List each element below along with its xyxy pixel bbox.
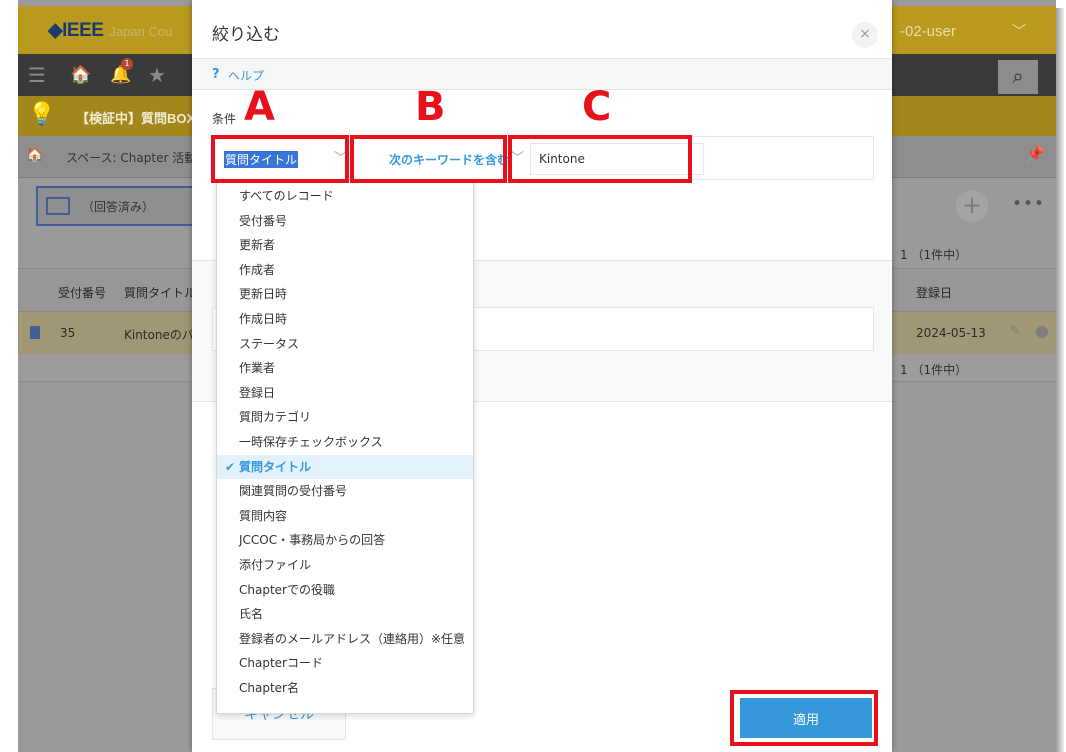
dropdown-option-label: 受付番号 [239,213,288,228]
dropdown-option[interactable]: ステータス [217,332,473,357]
cell-title: Kintoneのパ [124,328,194,342]
dropdown-option-label: 作成日時 [239,312,288,326]
dropdown-option[interactable]: 受付番号 [217,209,473,234]
ieee-logo[interactable]: ◆IEEE Japan Cou [48,19,172,42]
check-icon: ✔ [225,459,236,474]
dropdown-option[interactable]: 作成者 [217,258,473,283]
pin-icon[interactable]: 📌 [1026,145,1045,163]
dropdown-option-label: 質問カテゴリ [239,410,312,425]
dropdown-option-label: 添付ファイル [239,558,312,572]
dropdown-option[interactable]: 氏名 [217,602,473,627]
dropdown-option[interactable]: 一時保存チェックボックス [217,430,473,455]
dropdown-option[interactable]: 登録日 [217,381,473,406]
dropdown-option-label: JCCOC・事務局からの回答 [239,533,386,548]
app-title[interactable]: 【検証中】質問BOX [76,108,195,127]
annotation-label-b: B [415,84,446,130]
dropdown-option[interactable]: 更新日時 [217,282,473,307]
dropdown-option-label: 一時保存チェックボックス [239,435,383,449]
dropdown-option[interactable]: 添付ファイル [217,553,473,578]
dropdown-option-label: 登録者のメールアドレス（連絡用）※任意 [239,631,466,646]
bulb-icon: 💡 [28,102,56,127]
notification-badge: 1 [121,58,133,70]
dropdown-option-label: Chapterでの役職 [239,582,335,597]
dropdown-option-label: 更新者 [239,238,276,253]
column-header-date[interactable]: 登録日 [916,284,952,301]
dialog-title: 絞り込む [212,25,280,45]
add-record-button[interactable]: + [956,190,988,222]
star-icon[interactable]: ★ [148,63,166,87]
dropdown-option[interactable]: 質問カテゴリ [217,405,473,430]
condition-label: 条件 [212,112,237,126]
cell-number: 35 [60,326,76,340]
dropdown-option[interactable]: 更新者 [217,233,473,258]
menu-icon[interactable]: ☰ [28,63,46,87]
annotation-box-c [508,135,692,183]
help-icon[interactable]: ? [212,67,220,82]
home-icon[interactable]: 🏠 [70,65,91,85]
dropdown-option-label: 質問タイトル [239,459,312,474]
annotation-box-apply [730,690,878,746]
cell-date: 2024-05-13 [916,326,986,340]
more-options-button[interactable]: ••• [1012,194,1045,214]
dropdown-option[interactable]: ✔ 質問タイトル [217,454,473,480]
dropdown-option[interactable]: Chapter名 [217,676,473,701]
annotation-label-c: C [582,84,612,130]
dropdown-option[interactable]: 質問内容 [217,504,473,529]
home-icon[interactable]: 🏠 [26,147,43,163]
view-name: （回答済み） [82,200,155,214]
annotation-label-a: A [244,84,275,130]
dropdown-option-label: 氏名 [239,607,264,622]
search-icon[interactable]: ⌕ [998,60,1038,94]
help-bar: ? ヘルプ [192,58,892,90]
dropdown-option[interactable]: 関連質問の受付番号 [217,479,473,504]
record-counter-top: 1 （1件中） [900,248,968,262]
dropdown-option[interactable]: 作成日時 [217,307,473,332]
dropdown-option-label: ステータス [239,336,300,351]
dropdown-option-label: 作業者 [239,361,276,376]
dropdown-option[interactable]: 登録者のメールアドレス（連絡用）※任意 [217,627,473,652]
dropdown-option[interactable]: 作業者 [217,356,473,381]
user-menu[interactable]: -02-user [900,23,956,40]
delete-icon[interactable] [1036,326,1048,338]
breadcrumb-space[interactable]: スペース: Chapter 活動支 [66,149,208,166]
dropdown-option-label: 質問内容 [239,508,288,523]
close-icon[interactable]: × [852,22,878,48]
column-header-number[interactable]: 受付番号 [58,284,106,301]
dropdown-option[interactable]: すべてのレコード [217,184,473,209]
help-link[interactable]: ヘルプ [228,67,264,84]
window-edge [1056,8,1064,752]
pencil-icon[interactable]: ✎ [1010,324,1021,339]
dropdown-option-label: すべてのレコード [239,189,334,203]
record-detail-icon[interactable] [30,326,40,339]
logo-subtitle: Japan Cou [109,24,173,39]
annotation-box-b [350,135,507,183]
view-selector[interactable]: （回答済み） [36,186,196,226]
chevron-down-icon[interactable]: ﹀ [1012,21,1026,41]
dropdown-option-label: 更新日時 [239,287,288,302]
annotation-box-a [211,135,349,183]
field-dropdown-list: すべてのレコード 受付番号更新者作成者更新日時作成日時ステータス作業者登録日質問カ… [216,180,474,714]
table-icon [46,197,70,215]
column-header-title[interactable]: 質問タイトル [124,284,196,301]
dropdown-option-label: Chapterコード [239,656,323,671]
dropdown-option-label: 作成者 [239,262,276,277]
dropdown-option-label: 登録日 [239,385,276,400]
dropdown-option[interactable]: Chapterでの役職 [217,578,473,603]
record-counter-bottom: 1 （1件中） [900,363,968,377]
dropdown-option[interactable]: Chapterコード [217,651,473,676]
dropdown-option[interactable]: JCCOC・事務局からの回答 [217,528,473,553]
dropdown-option-label: 関連質問の受付番号 [239,484,348,499]
dropdown-option-label: Chapter名 [239,681,299,695]
